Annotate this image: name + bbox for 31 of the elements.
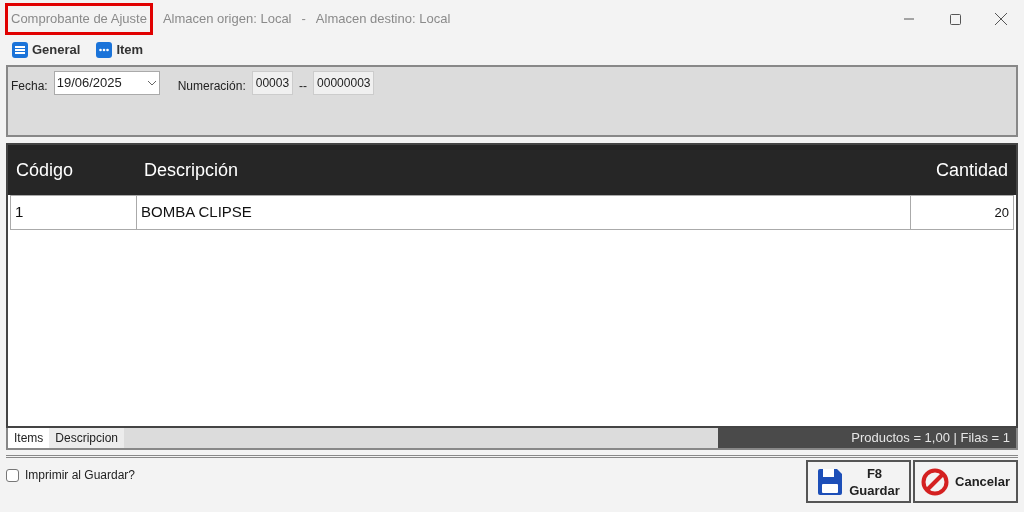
- chevron-down-icon: [146, 80, 157, 86]
- series-field[interactable]: 00003: [251, 71, 294, 95]
- checkbox-label: Imprimir al Guardar?: [25, 467, 136, 484]
- close-icon: [995, 13, 1007, 25]
- cancel-button[interactable]: Cancelar: [913, 460, 1018, 503]
- numbering-label: Numeración:: [177, 78, 246, 95]
- maximize-icon: [949, 13, 961, 25]
- bottom-tab[interactable]: Descripcion: [49, 428, 125, 448]
- number-field[interactable]: 00000003: [313, 71, 375, 95]
- summary-bar: Productos = 1,00 | Filas = 1: [718, 428, 1016, 448]
- save-button[interactable]: F8 Guardar: [806, 460, 911, 503]
- column-header: Cantidad: [934, 158, 1009, 182]
- date-field[interactable]: 19/06/2025: [53, 71, 160, 95]
- table-cell: BOMBA CLIPSE: [137, 196, 911, 229]
- separator-text: --: [299, 78, 308, 95]
- date-label: Fecha:: [11, 78, 48, 95]
- toolbar-tab[interactable]: Item: [96, 40, 144, 60]
- window-title: -: [301, 10, 306, 29]
- bottom-tab[interactable]: Items: [8, 428, 50, 448]
- no-entry-icon: [921, 467, 950, 496]
- table-cell-text: 20: [993, 203, 1010, 222]
- table-cell: 1: [11, 196, 137, 229]
- window-title: Comprobante de Ajuste: [5, 3, 153, 35]
- column-header: Código: [15, 158, 75, 182]
- window-title: Almacen origen: Local: [162, 10, 292, 29]
- column-header: Descripción: [143, 158, 240, 182]
- toolbar-tab[interactable]: General: [12, 40, 81, 60]
- checkbox[interactable]: [6, 468, 19, 482]
- more-icon: [96, 42, 113, 58]
- list-icon: [12, 42, 28, 58]
- window-title: Almacen destino: Local: [315, 10, 451, 29]
